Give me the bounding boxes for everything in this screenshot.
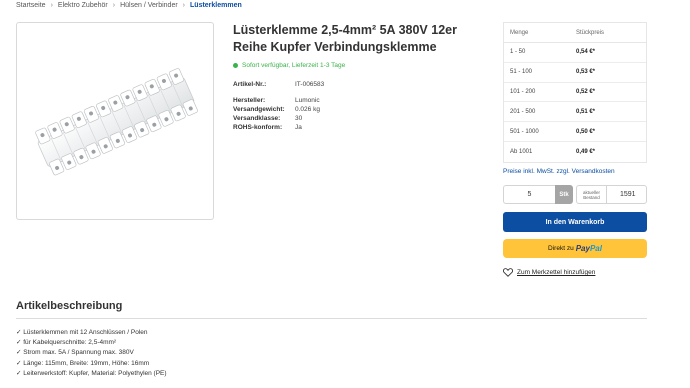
breadcrumb-item-current[interactable]: Lüsterklemmen xyxy=(190,2,242,9)
price-row-price: 0,54 €* xyxy=(576,49,596,56)
wishlist-label: Zum Merkzettel hinzufügen xyxy=(517,269,596,276)
breadcrumb-item-elektro-zubehoer[interactable]: Elektro Zubehör xyxy=(58,2,108,9)
paypal-express-button[interactable]: Direkt zu Pay Pal xyxy=(503,239,647,258)
price-table-header: Menge Stückpreis xyxy=(504,23,646,43)
price-row: 51 - 100 0,53 €* xyxy=(504,63,646,83)
terminal-strip-image xyxy=(35,68,198,176)
price-row: 1 - 50 0,54 €* xyxy=(504,43,646,63)
quantity-unit: Stk xyxy=(555,185,573,204)
price-row-price: 0,50 €* xyxy=(576,128,596,135)
product-properties: Hersteller: Lumonic Versandgewicht: 0.02… xyxy=(233,96,320,132)
price-row: 201 - 500 0,51 €* xyxy=(504,102,646,123)
property-value: 30 xyxy=(295,115,303,122)
tax-shipping-link[interactable]: Preise inkl. MwSt. zzgl. Versandkosten xyxy=(503,168,615,175)
paypal-logo-pal: Pal xyxy=(589,244,602,253)
quantity-row: Stk aktueller Bestand 1591 xyxy=(503,185,647,204)
product-title: Lüsterklemme 2,5-4mm² 5A 380V 12er Reihe… xyxy=(233,23,457,54)
sku-value: IT-006583 xyxy=(295,81,325,88)
divider xyxy=(16,318,647,319)
property-row-shipping-class: Versandklasse: 30 xyxy=(233,114,320,123)
quantity-input[interactable] xyxy=(503,185,555,204)
add-to-wishlist-link[interactable]: Zum Merkzettel hinzufügen xyxy=(503,268,595,277)
paypal-logo-pay: Pay xyxy=(575,244,590,253)
stock-value: 1591 xyxy=(606,185,647,204)
property-row-rohs: ROHS-konform: Ja xyxy=(233,123,320,132)
price-row-qty: 1 - 50 xyxy=(510,49,526,56)
property-value: Ja xyxy=(295,124,302,131)
property-row-manufacturer: Hersteller: Lumonic xyxy=(233,96,320,105)
breadcrumb-item-home[interactable]: Startseite xyxy=(16,2,46,9)
property-label: ROHS-konform: xyxy=(233,124,283,131)
tier-price-table: Menge Stückpreis 1 - 50 0,54 €* 51 - 100… xyxy=(503,22,647,163)
product-image[interactable] xyxy=(16,22,214,220)
breadcrumb-item-huelsen-verbinder[interactable]: Hülsen / Verbinder xyxy=(120,2,178,9)
price-row-price: 0,51 €* xyxy=(576,108,596,115)
property-label: Hersteller: xyxy=(233,97,266,104)
availability-dot-icon xyxy=(233,63,238,68)
price-row: 101 - 200 0,52 €* xyxy=(504,83,646,103)
description-title: Artikelbeschreibung xyxy=(16,300,123,312)
property-label: Versandklasse: xyxy=(233,115,281,122)
price-row-qty: 501 - 1000 xyxy=(510,128,539,135)
header-unit-price: Stückpreis xyxy=(576,29,605,36)
property-label: Versandgewicht: xyxy=(233,106,285,113)
price-row-price: 0,53 €* xyxy=(576,69,596,76)
availability-status: Sofort verfügbar, Lieferzeit 1-3 Tage xyxy=(233,62,345,69)
price-row-qty: Ab 1001 xyxy=(510,148,533,155)
property-value: Lumonic xyxy=(295,97,320,104)
add-to-cart-button[interactable]: In den Warenkorb xyxy=(503,212,647,232)
description-item: ✓ Leiterwerkstoff: Kupfer, Material: Pol… xyxy=(16,369,167,377)
header-quantity: Menge xyxy=(510,29,529,36)
price-row-price: 0,49 €* xyxy=(576,148,596,155)
availability-text: Sofort verfügbar, Lieferzeit 1-3 Tage xyxy=(242,62,346,69)
price-row: Ab 1001 0,49 €* xyxy=(504,142,646,162)
property-value: 0.026 kg xyxy=(295,106,320,113)
description-item: ✓ für Kabelquerschnitte: 2,5-4mm² xyxy=(16,339,117,347)
price-row-qty: 51 - 100 xyxy=(510,69,533,76)
description-item: ✓ Lüsterklemmen mit 12 Anschlüssen / Pol… xyxy=(16,329,148,336)
sku-label: Artikel-Nr.: xyxy=(233,81,267,88)
price-row-price: 0,52 €* xyxy=(576,88,596,95)
description-item: ✓ Länge: 115mm, Breite: 19mm, Höhe: 16mm xyxy=(16,359,150,367)
description-item: ✓ Strom max. 5A / Spannung max. 380V xyxy=(16,349,134,357)
paypal-prefix: Direkt zu xyxy=(548,245,574,252)
price-row: 501 - 1000 0,50 €* xyxy=(504,122,646,142)
property-row-weight: Versandgewicht: 0.026 kg xyxy=(233,105,320,114)
chevron-right-icon: › xyxy=(112,1,116,9)
breadcrumb: Startseite › Elektro Zubehör › Hülsen / … xyxy=(16,0,242,10)
price-row-qty: 101 - 200 xyxy=(510,88,536,95)
chevron-right-icon: › xyxy=(182,1,186,9)
stock-label: aktueller Bestand xyxy=(576,185,606,204)
heart-icon xyxy=(503,268,513,277)
chevron-right-icon: › xyxy=(50,1,53,9)
product-sku: Artikel-Nr.: IT-006583 xyxy=(233,80,324,89)
description-list: ✓ Lüsterklemmen mit 12 Anschlüssen / Pol… xyxy=(16,328,167,379)
price-row-qty: 201 - 500 xyxy=(510,108,536,115)
